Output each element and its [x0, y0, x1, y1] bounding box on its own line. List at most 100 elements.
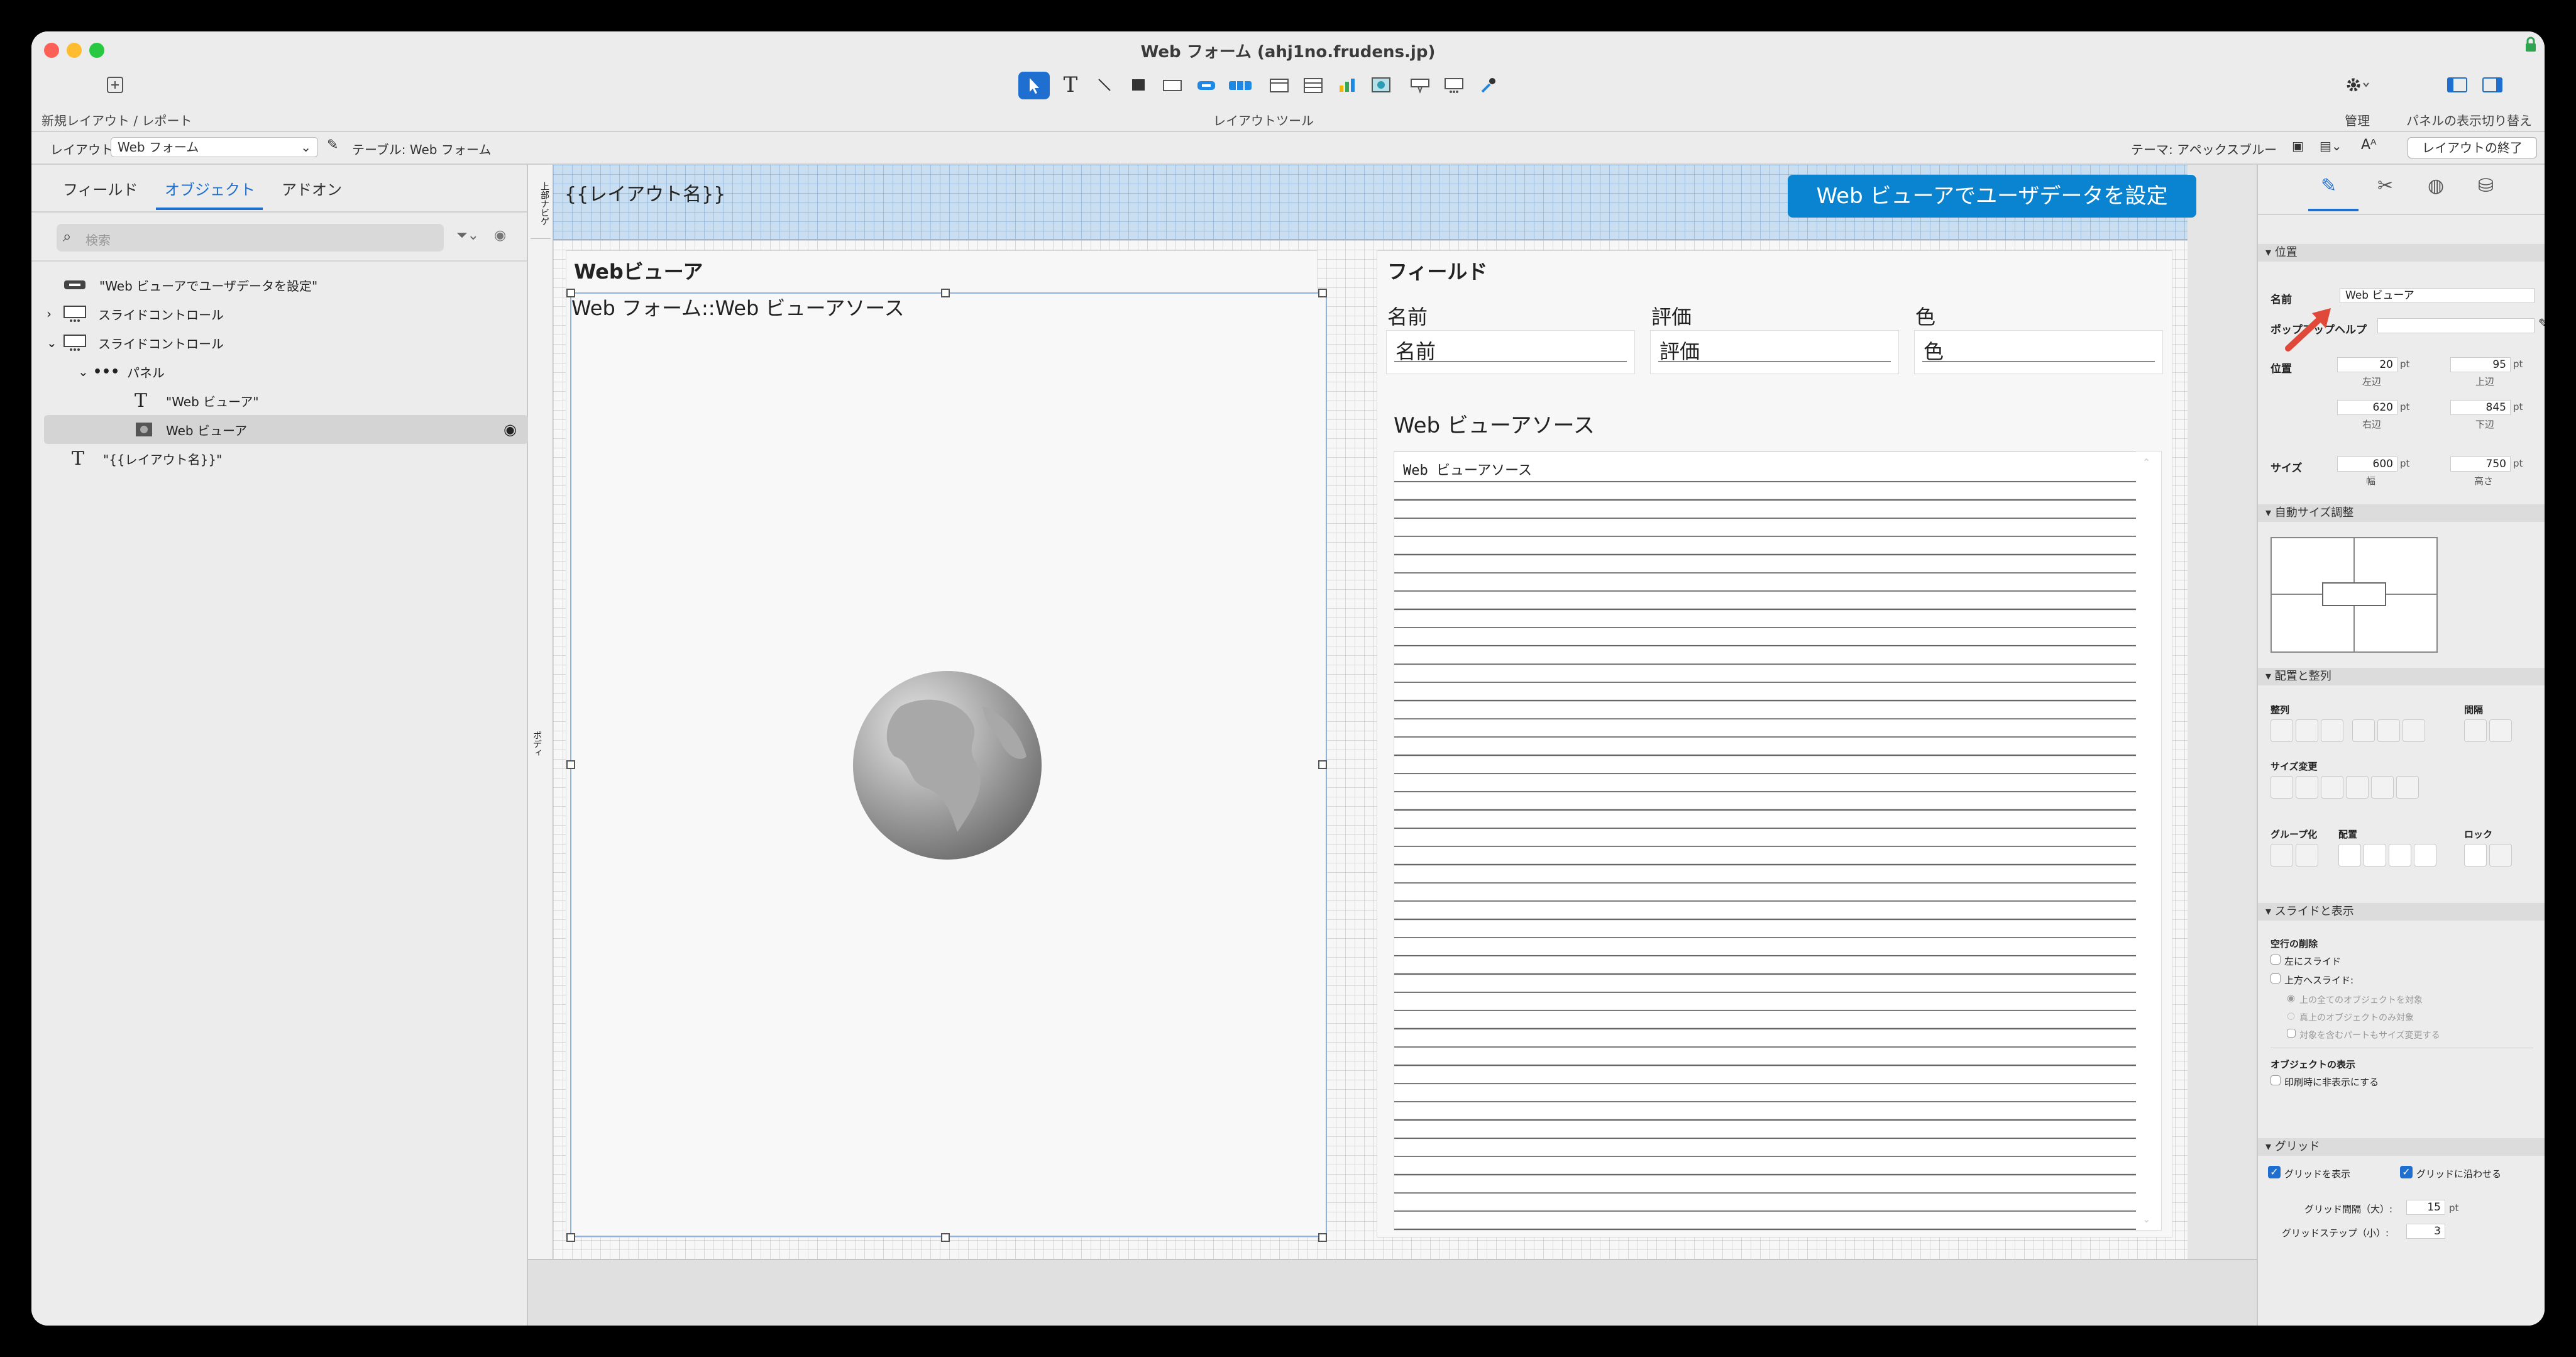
align-right-icon[interactable] — [2321, 719, 2343, 742]
tab-control-tool[interactable] — [1265, 70, 1294, 99]
pencil-icon[interactable]: ✎ — [327, 137, 338, 153]
resize-handle[interactable] — [1318, 760, 1327, 769]
show-grid-checkbox[interactable]: ✓ — [2268, 1166, 2281, 1178]
popover-tool[interactable] — [1406, 70, 1434, 99]
layout-name-text[interactable]: {{レイアウト名}} — [564, 179, 725, 206]
anchor-left[interactable] — [2272, 594, 2322, 595]
slide-control-tool[interactable] — [1439, 70, 1468, 99]
grid-minor-input[interactable]: 3 — [2406, 1224, 2445, 1239]
tree-item-selected[interactable]: Web ビューア ◉ — [44, 415, 528, 444]
resize-handle[interactable] — [566, 1233, 575, 1242]
top-input[interactable]: 95 — [2450, 357, 2511, 372]
section-position[interactable]: ▾ 位置 — [2258, 244, 2545, 262]
unlock-icon[interactable] — [2489, 844, 2512, 867]
pencil-icon[interactable]: ✎ — [2538, 316, 2545, 331]
tab-addons[interactable]: アドオン — [282, 177, 342, 199]
ungroup-icon[interactable] — [2296, 844, 2318, 867]
distribute-v-icon[interactable] — [2489, 719, 2512, 742]
chart-tool[interactable] — [1333, 70, 1362, 99]
anchor-bottom[interactable] — [2353, 606, 2355, 651]
name-input[interactable]: Web ビューア — [2340, 288, 2535, 303]
resize-largest-icon[interactable] — [2396, 776, 2419, 799]
bottom-input[interactable]: 845 — [2450, 400, 2511, 415]
chevron-up-icon[interactable]: ⌃ — [2142, 457, 2150, 468]
section-autosize[interactable]: ▾ 自動サイズ調整 — [2258, 504, 2545, 522]
align-top-icon[interactable] — [2352, 719, 2375, 742]
resize-part-checkbox[interactable] — [2287, 1029, 2296, 1038]
header-part[interactable]: {{レイアウト名}} Web ビューアでユーザデータを設定 — [553, 165, 2196, 240]
slide-up-checkbox[interactable] — [2271, 973, 2281, 983]
ruler-icon[interactable]: ✎ — [2321, 175, 2337, 197]
chevron-down-icon[interactable]: ⌄ — [47, 335, 60, 350]
button-tool[interactable] — [1192, 70, 1221, 99]
fields-panel[interactable]: フィールド 名前 評価 色 名前 評価 色 Web ビューアソース Web ビュ… — [1377, 250, 2172, 1238]
font-size-icon[interactable]: Aᴬ — [2361, 137, 2377, 153]
resize-handle[interactable] — [1318, 289, 1327, 297]
line-tool[interactable] — [1090, 70, 1119, 99]
toggle-left-panel-button[interactable] — [2443, 70, 2472, 99]
send-to-back-icon[interactable] — [2414, 844, 2436, 867]
lock-icon[interactable] — [2464, 844, 2487, 867]
resize-handle[interactable] — [1318, 1233, 1327, 1242]
manage-button[interactable] — [2332, 70, 2382, 99]
part-label-header[interactable]: 上部ナビゲ — [531, 169, 551, 239]
resize-handle[interactable] — [566, 289, 575, 297]
section-grid[interactable]: ▾ グリッド — [2258, 1138, 2545, 1156]
format-painter-tool[interactable] — [1473, 70, 1502, 99]
color-field[interactable]: 色 — [1914, 330, 2163, 374]
resize-smallest-height-icon[interactable] — [2296, 776, 2318, 799]
resize-handle[interactable] — [941, 289, 950, 297]
section-slide[interactable]: ▾ スライドと表示 — [2258, 903, 2545, 921]
resize-largest-height-icon[interactable] — [2371, 776, 2394, 799]
resize-handle[interactable] — [941, 1233, 950, 1242]
width-input[interactable]: 600 — [2337, 457, 2397, 472]
select-tool[interactable] — [1018, 72, 1050, 99]
hide-print-checkbox[interactable] — [2271, 1075, 2281, 1085]
snap-grid-checkbox[interactable]: ✓ — [2400, 1166, 2413, 1178]
align-left-icon[interactable] — [2271, 719, 2293, 742]
field-tool[interactable] — [1158, 70, 1187, 99]
body-part[interactable]: Webビューア Web フォーム::Web ビューアソース フィールド 名前 評… — [553, 240, 2188, 1259]
scrollbar[interactable]: ⌃ ⌄ — [2136, 451, 2161, 1230]
chevron-right-icon[interactable]: › — [47, 306, 60, 321]
database-icon[interactable]: ⛁ — [2478, 175, 2494, 197]
resize-smallest-icon[interactable] — [2321, 776, 2343, 799]
end-layout-button[interactable]: レイアウトの終了 — [2408, 137, 2537, 158]
tree-item[interactable]: ⌄ ••• パネル — [78, 357, 524, 386]
toggle-right-panel-button[interactable] — [2478, 70, 2507, 99]
web-viewer-source-field[interactable]: Web ビューアソース ⌃ ⌄ — [1394, 451, 2162, 1231]
portal-tool[interactable] — [1299, 70, 1328, 99]
send-backward-icon[interactable] — [2389, 844, 2411, 867]
screen-icon[interactable]: ▣ — [2292, 138, 2304, 153]
eye-icon[interactable]: ◉ — [494, 228, 506, 243]
align-middle-icon[interactable] — [2377, 719, 2400, 742]
chevron-down-icon[interactable]: ⌄ — [78, 364, 93, 379]
right-input[interactable]: 620 — [2337, 400, 2397, 415]
shape-tool[interactable] — [1124, 70, 1153, 99]
eye-icon[interactable]: ◉ — [504, 421, 517, 438]
tree-item[interactable]: ⌄ スライドコントロール — [47, 328, 524, 357]
filter-icon[interactable]: ⏷⌄ — [456, 228, 479, 243]
bring-forward-icon[interactable] — [2364, 844, 2386, 867]
resize-handle[interactable] — [566, 760, 575, 769]
device-icon[interactable]: ▤⌄ — [2320, 138, 2342, 153]
anchor-top[interactable] — [2353, 538, 2355, 582]
webviewer-panel[interactable]: Webビューア Web フォーム::Web ビューアソース — [566, 250, 1327, 1242]
distribute-h-icon[interactable] — [2464, 719, 2487, 742]
bring-to-front-icon[interactable] — [2338, 844, 2361, 867]
slide-left-checkbox[interactable] — [2271, 955, 2281, 965]
part-label-body[interactable]: ボディ — [531, 731, 543, 757]
tree-item[interactable]: "Web ビューアでユーザデータを設定" — [63, 270, 528, 299]
palette-icon[interactable]: ◍ — [2428, 175, 2444, 197]
rating-field[interactable]: 評価 — [1650, 330, 1899, 374]
align-bottom-icon[interactable] — [2403, 719, 2425, 742]
button-bar-tool[interactable] — [1226, 70, 1255, 99]
section-arrange[interactable]: ▾ 配置と整列 — [2258, 668, 2545, 685]
tree-item[interactable]: T "{{レイアウト名}}" — [72, 444, 524, 473]
layout-select[interactable]: Web フォーム ⌄ — [111, 137, 318, 157]
resize-largest-width-icon[interactable] — [2346, 776, 2369, 799]
height-input[interactable]: 750 — [2450, 457, 2511, 472]
set-user-data-button[interactable]: Web ビューアでユーザデータを設定 — [1788, 175, 2196, 218]
popup-help-input[interactable] — [2377, 318, 2535, 333]
chevron-down-icon[interactable]: ⌄ — [2142, 1213, 2150, 1225]
